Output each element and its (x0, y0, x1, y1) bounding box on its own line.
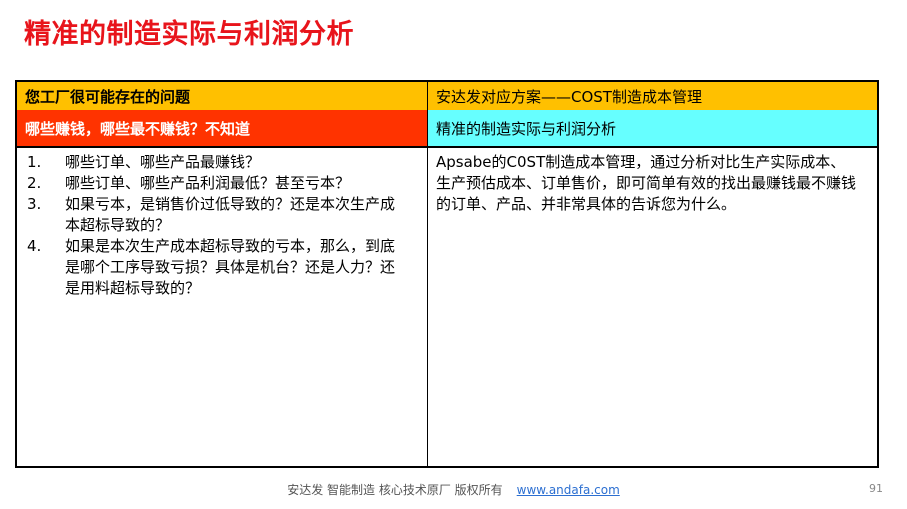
list-item: 3. 如果亏本，是销售价过低导致的？还是本次生产成本超标导致的？ (27, 194, 405, 236)
header-problems: 您工厂很可能存在的问题 (17, 82, 428, 110)
list-item: 2. 哪些订单、哪些产品利润最低？甚至亏本？ (27, 173, 405, 194)
page-title: 精准的制造实际与利润分析 (24, 19, 354, 50)
problems-cell: 1. 哪些订单、哪些产品最赚钱？ 2. 哪些订单、哪些产品利润最低？甚至亏本？ 3.… (17, 148, 428, 466)
page-number: 91 (869, 482, 883, 495)
subheader-problem: 哪些赚钱，哪些最不赚钱？不知道 (17, 110, 428, 146)
list-text: 如果是本次生产成本超标导致的亏本，那么，到底是哪个工序导致亏损？具体是机台？还是… (65, 237, 396, 297)
list-number: 1. (27, 153, 42, 171)
table-header-row: 您工厂很可能存在的问题 安达发对应方案——COST制造成本管理 (17, 82, 877, 111)
comparison-table: 您工厂很可能存在的问题 安达发对应方案——COST制造成本管理 哪些赚钱，哪些最… (15, 80, 879, 468)
list-number: 3. (27, 195, 42, 213)
table-subheader-row: 哪些赚钱，哪些最不赚钱？不知道 精准的制造实际与利润分析 (17, 110, 877, 148)
list-item: 4. 如果是本次生产成本超标导致的亏本，那么，到底是哪个工序导致亏损？具体是机台？… (27, 236, 405, 299)
solution-cell: Apsabe的C0ST制造成本管理，通过分析对比生产实际成本、生产预估成本、订单… (428, 148, 877, 466)
list-number: 4. (27, 237, 42, 255)
footer-text: 安达发 智能制造 核心技术原厂 版权所有 (287, 483, 503, 497)
list-text: 哪些订单、哪些产品利润最低？甚至亏本？ (65, 174, 351, 192)
subheader-solution: 精准的制造实际与利润分析 (428, 110, 877, 146)
table-content-row: 1. 哪些订单、哪些产品最赚钱？ 2. 哪些订单、哪些产品利润最低？甚至亏本？ 3.… (17, 148, 877, 466)
problem-list: 1. 哪些订单、哪些产品最赚钱？ 2. 哪些订单、哪些产品利润最低？甚至亏本？ 3.… (25, 152, 405, 299)
header-solution: 安达发对应方案——COST制造成本管理 (428, 82, 877, 110)
list-text: 哪些订单、哪些产品最赚钱？ (65, 153, 261, 171)
solution-text: Apsabe的C0ST制造成本管理，通过分析对比生产实际成本、生产预估成本、订单… (436, 153, 857, 213)
list-number: 2. (27, 174, 42, 192)
list-item: 1. 哪些订单、哪些产品最赚钱？ (27, 152, 405, 173)
footer: 安达发 智能制造 核心技术原厂 版权所有 www.andafa.com (0, 481, 907, 498)
website-link[interactable]: www.andafa.com (517, 483, 620, 497)
list-text: 如果亏本，是销售价过低导致的？还是本次生产成本超标导致的？ (65, 195, 396, 234)
